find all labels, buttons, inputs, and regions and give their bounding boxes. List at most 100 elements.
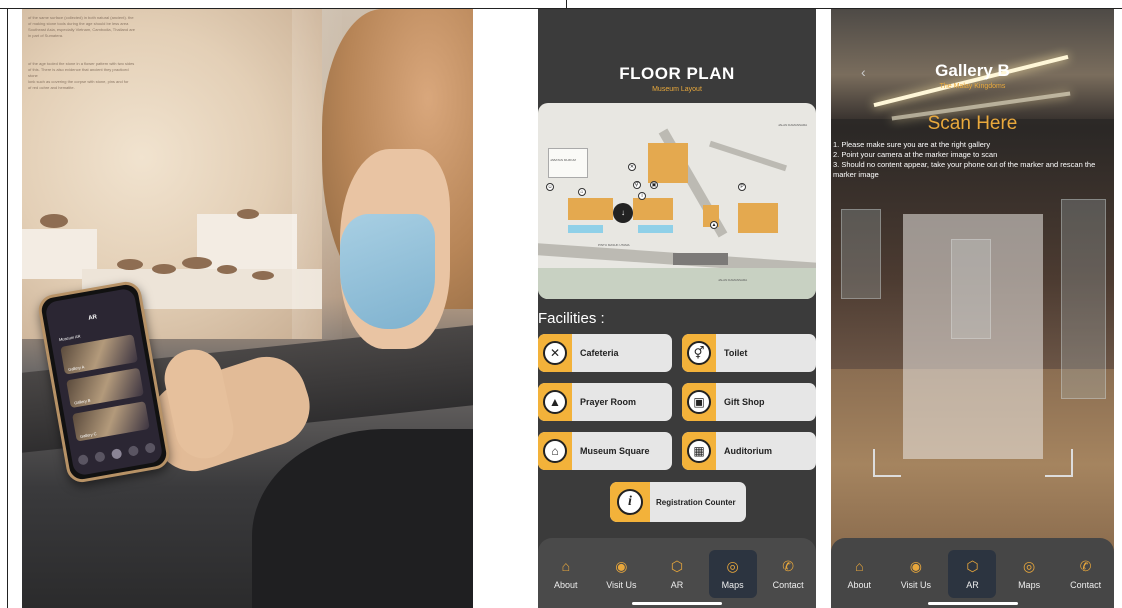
registration-counter-button[interactable]: i Registration Counter (610, 482, 746, 522)
map-pin[interactable]: ⌂ (578, 188, 586, 196)
facility-label: Toilet (724, 348, 748, 358)
map-pin[interactable]: ✕ (628, 163, 636, 171)
display-case (1061, 199, 1106, 399)
artifact-stone (252, 271, 274, 280)
prayer-room-icon: ▲ (543, 390, 567, 414)
page-subtitle: Museum Layout (652, 86, 702, 93)
map-pin-icon: ◎ (726, 558, 739, 574)
artifact-stone (182, 257, 212, 269)
facility-label: Auditorium (724, 446, 772, 456)
map-label: JALAN DAMANSARA (718, 278, 748, 282)
info-icon: i (617, 489, 643, 515)
nav-visit-us[interactable]: ◉ Visit Us (597, 550, 645, 598)
artifact-stone (217, 265, 237, 274)
map-building (738, 203, 778, 233)
facility-icon-wrap: ✕ (538, 334, 572, 372)
gift-shop-icon: ▣ (687, 390, 711, 414)
gallery-title: Gallery B (935, 61, 1010, 80)
cafeteria-icon: ✕ (543, 341, 567, 365)
facility-label: Registration Counter (656, 497, 736, 507)
map-pin[interactable]: ▣ (650, 181, 658, 189)
ar-cube-icon: ⬡ (966, 558, 979, 574)
nav-ar[interactable]: ⬡ AR (653, 550, 701, 598)
nav-contact[interactable]: ✆ Contact (1062, 550, 1110, 598)
frame-top (0, 0, 1122, 9)
facility-museum-square-button[interactable]: ⌂ Museum Square (538, 432, 672, 470)
scan-heading: Scan Here (927, 113, 1018, 134)
phone-card-label: Gallery C (79, 431, 97, 439)
scan-target-area[interactable] (903, 214, 1043, 459)
nav-label: Contact (1070, 580, 1102, 590)
artifact-stone (117, 259, 143, 270)
home-indicator[interactable] (927, 602, 1018, 605)
map-label: JALAN DAMANSARA (778, 123, 808, 127)
gallery-subtitle: The Malay Kingdoms (939, 83, 1006, 90)
nav-contact[interactable]: ✆ Contact (764, 550, 812, 598)
facility-toilet-button[interactable]: ⚥ Toilet (682, 334, 816, 372)
instruction-line: 3. Should no content appear, take your p… (833, 160, 1096, 179)
nav-ar[interactable]: ⬡ AR (948, 550, 997, 598)
map-pin[interactable]: ⚥ (633, 181, 641, 189)
phone-gallery-card: Gallery B (66, 367, 144, 409)
bottom-nav: ⌂ About ◉ Visit Us ⬡ AR ◎ Maps ✆ Contact (538, 538, 816, 608)
nav-maps[interactable]: ◎ Maps (1005, 550, 1053, 598)
nav-visit-us[interactable]: ◉ Visit Us (892, 550, 940, 598)
nav-about[interactable]: ⌂ About (542, 550, 590, 598)
nav-label: Visit Us (606, 580, 637, 590)
nav-about[interactable]: ⌂ About (835, 550, 883, 598)
facility-icon-wrap: ▦ (682, 432, 716, 470)
facilities-heading: Facilities : (538, 310, 605, 327)
toilet-icon: ⚥ (687, 341, 711, 365)
wall-text-1: of the same surface (collected) in both … (28, 15, 136, 38)
frame-divider (566, 0, 567, 9)
artifact-stone (237, 209, 259, 219)
location-pin-icon: ◉ (909, 558, 922, 574)
floor-map[interactable]: JABATAN MUZIUM JALAN DAMANSARA PINTU MAS… (538, 103, 816, 299)
phone-nav-dot (110, 448, 123, 460)
frame-left (7, 9, 8, 608)
artifact-stone (152, 264, 176, 274)
nav-maps[interactable]: ◎ Maps (708, 550, 757, 598)
map-pool (638, 225, 673, 233)
map-road (709, 140, 787, 172)
map-entrance-marker[interactable]: ↓ (613, 203, 633, 223)
facility-icon-wrap: ⚥ (682, 334, 716, 372)
page-title: FLOOR PLAN (619, 64, 735, 83)
facility-label: Museum Square (580, 446, 650, 456)
scan-frame-corner (873, 449, 901, 477)
display-plinth (197, 214, 297, 269)
facility-prayer-room-button[interactable]: ▲ Prayer Room (538, 383, 672, 421)
phone-nav-dot (127, 445, 140, 457)
ar-scan-screen: ‹ Gallery B The Malay Kingdoms Scan Here… (831, 9, 1114, 608)
museum-icon: ⌂ (561, 558, 571, 574)
facility-gift-shop-button[interactable]: ▣ Gift Shop (682, 383, 816, 421)
facility-label: Cafeteria (580, 348, 619, 358)
instruction-line: 2. Point your camera at the marker image… (833, 150, 998, 159)
scan-frame-corner (1045, 449, 1073, 477)
nav-label: AR (966, 580, 979, 590)
map-building (648, 143, 688, 183)
nav-label: AR (670, 580, 684, 590)
phone-nav (77, 442, 156, 469)
floor-plan-screen: FLOOR PLAN Museum Layout JABATAN MUZIUM … (538, 9, 816, 608)
wall-text-2: of the age tooled the stone in a flower … (28, 61, 135, 90)
facility-icon-wrap: ▲ (538, 383, 572, 421)
map-building (548, 148, 588, 178)
facility-cafeteria-button[interactable]: ✕ Cafeteria (538, 334, 672, 372)
nav-label: About (554, 580, 578, 590)
auditorium-icon: ▦ (687, 439, 711, 463)
map-pin[interactable]: ▲ (710, 221, 718, 229)
map-pool (568, 225, 603, 233)
map-pin[interactable]: P (738, 183, 746, 191)
facility-label: Prayer Room (580, 397, 637, 407)
phone-icon: ✆ (782, 558, 795, 574)
bottom-nav: ⌂ About ◉ Visit Us ⬡ AR ◎ Maps ✆ Contact (831, 538, 1114, 608)
nav-label: Maps (721, 580, 744, 590)
map-pin[interactable]: i (638, 192, 646, 200)
home-indicator[interactable] (632, 602, 722, 605)
museum-icon: ⌂ (855, 558, 864, 574)
facility-label: Gift Shop (724, 397, 765, 407)
phone-gallery-card: Gallery C (72, 401, 150, 442)
map-pin[interactable]: ☺ (546, 183, 554, 191)
facility-auditorium-button[interactable]: ▦ Auditorium (682, 432, 816, 470)
